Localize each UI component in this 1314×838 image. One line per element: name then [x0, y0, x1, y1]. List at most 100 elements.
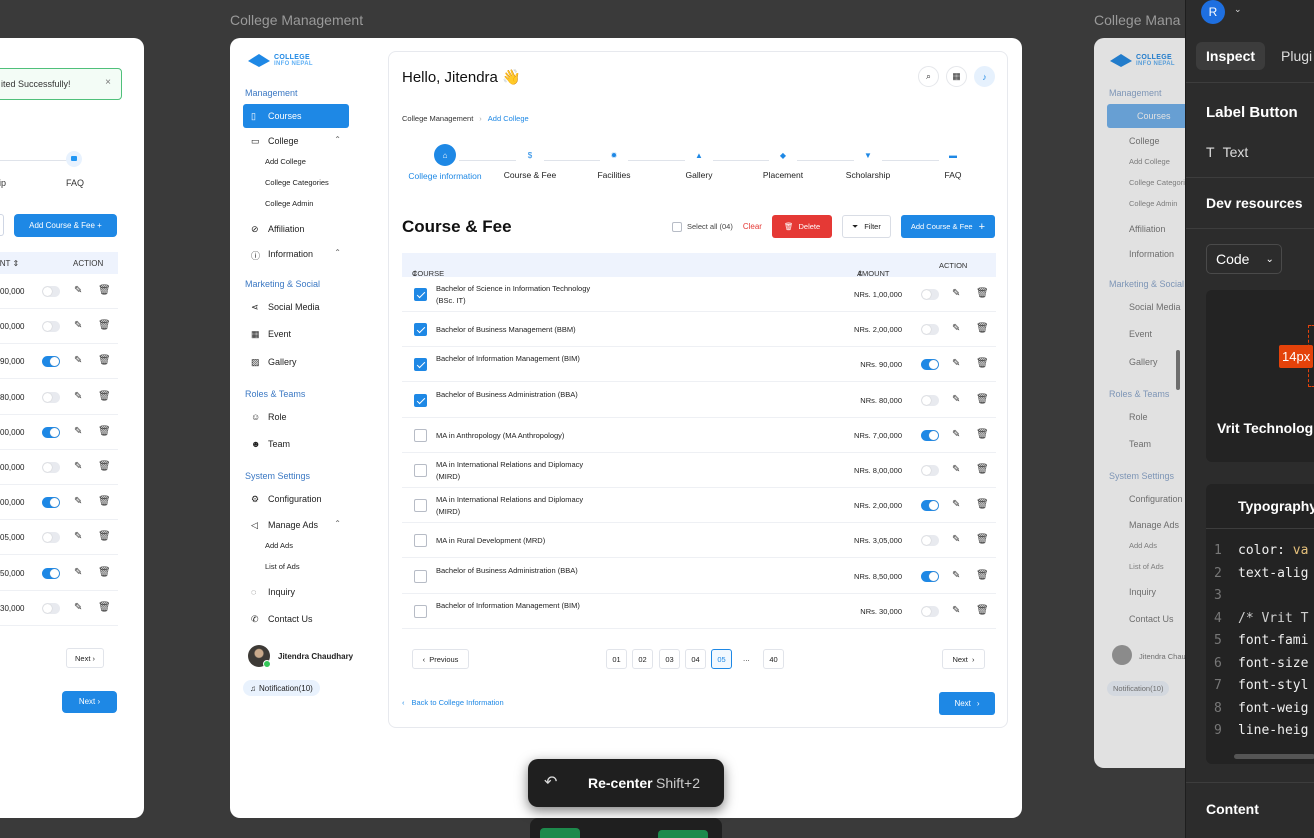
- trash-icon[interactable]: 🗑: [98, 391, 111, 402]
- add-course-button[interactable]: Add Course & Fee +: [14, 214, 117, 237]
- edit-icon[interactable]: ✎: [74, 567, 82, 578]
- sidebar-sub-list-of-ads[interactable]: List of Ads: [1129, 562, 1164, 571]
- sidebar-item-social-media[interactable]: Social Media: [1129, 302, 1181, 312]
- status-toggle[interactable]: [42, 532, 60, 544]
- close-icon[interactable]: ×: [105, 77, 111, 88]
- select-all-checkbox[interactable]: [671, 221, 682, 232]
- chevron-down-icon[interactable]: ⌄: [1234, 4, 1242, 15]
- status-toggle[interactable]: [42, 602, 60, 614]
- trash-icon[interactable]: 🗑: [98, 285, 111, 296]
- status-toggle[interactable]: [42, 321, 60, 333]
- trash-icon[interactable]: 🗑: [976, 605, 989, 616]
- calendar-button[interactable]: ▦: [946, 66, 967, 87]
- status-toggle[interactable]: [42, 356, 60, 368]
- status-toggle[interactable]: [42, 462, 60, 473]
- chevron-up-icon[interactable]: ⌃: [334, 519, 341, 528]
- sidebar-item-contact-us[interactable]: Contact Us: [1129, 614, 1174, 624]
- user-avatar[interactable]: R: [1201, 0, 1225, 24]
- row-checkbox[interactable]: [414, 323, 427, 337]
- notification-pill[interactable]: ♫ Notification(10): [243, 680, 320, 696]
- next-button[interactable]: Next ›: [62, 691, 117, 713]
- chevron-up-icon[interactable]: ⌃: [334, 135, 341, 144]
- canvas-scrollbar[interactable]: [1176, 350, 1180, 390]
- row-checkbox[interactable]: [414, 534, 427, 548]
- status-toggle[interactable]: [42, 567, 60, 579]
- frame-label-main[interactable]: College Management: [230, 12, 363, 28]
- trash-icon[interactable]: 🗑: [976, 464, 989, 475]
- sidebar-item-inquiry[interactable]: Inquiry: [1129, 587, 1156, 597]
- step-faq[interactable]: ▬ FAQ: [903, 148, 1003, 181]
- trash-icon[interactable]: 🗑: [98, 531, 111, 542]
- row-checkbox[interactable]: [414, 358, 427, 372]
- trash-icon[interactable]: 🗑: [98, 461, 111, 472]
- add-course-button[interactable]: Add Course & Fee +: [900, 215, 995, 238]
- code-dropdown[interactable]: Code ⌄: [1206, 244, 1282, 274]
- code-block[interactable]: 1 color: va 2 text-alig 3 4 /* Vrit T 5 font-fam…: [1214, 540, 1308, 743]
- trash-icon[interactable]: 🗑: [98, 567, 111, 578]
- notification-button[interactable]: ♪: [974, 66, 995, 87]
- edit-icon[interactable]: ✎: [952, 323, 960, 334]
- row-checkbox[interactable]: [414, 428, 427, 442]
- sidebar-item-courses[interactable]: Courses: [1107, 104, 1194, 128]
- trash-icon[interactable]: 🗑: [976, 570, 989, 581]
- edit-icon[interactable]: ✎: [952, 499, 960, 510]
- trash-icon[interactable]: 🗑: [98, 602, 111, 613]
- sidebar-item-social-media[interactable]: ⋖ Social Media: [243, 295, 349, 319]
- trash-icon[interactable]: 🗑: [976, 499, 989, 510]
- recenter-button[interactable]: ↶ Re-center Shift+2: [528, 759, 724, 807]
- edit-icon[interactable]: ✎: [952, 605, 960, 616]
- amount-header[interactable]: UNT ⇕: [0, 259, 19, 268]
- edit-icon[interactable]: ✎: [74, 602, 82, 613]
- edit-icon[interactable]: ✎: [74, 320, 82, 331]
- sidebar-sub-college-admin[interactable]: College Admin: [265, 199, 313, 208]
- page-button[interactable]: 04: [685, 649, 706, 669]
- sidebar-item-courses[interactable]: ▯ Courses: [243, 104, 349, 128]
- page-button[interactable]: 01: [606, 649, 627, 669]
- sidebar-item-team[interactable]: ☻ Team: [243, 432, 349, 456]
- sidebar-item-college[interactable]: ▭ College ⌃: [243, 129, 349, 153]
- status-toggle[interactable]: [921, 324, 939, 336]
- edit-icon[interactable]: ✎: [74, 355, 82, 366]
- edit-icon[interactable]: ✎: [952, 464, 960, 475]
- status-toggle[interactable]: [42, 426, 60, 438]
- edit-icon[interactable]: ✎: [74, 285, 82, 296]
- sidebar-sub-list-of-ads[interactable]: List of Ads: [265, 562, 300, 571]
- trash-icon[interactable]: 🗑: [976, 358, 989, 369]
- sidebar-item-event[interactable]: ▦ Event: [243, 322, 349, 346]
- sidebar-item-event[interactable]: Event: [1129, 329, 1152, 339]
- sidebar-sub-college-categories[interactable]: College Categories: [1129, 178, 1193, 187]
- trash-icon[interactable]: 🗑: [98, 320, 111, 331]
- breadcrumb-root[interactable]: College Management: [402, 114, 473, 123]
- status-toggle[interactable]: [921, 394, 939, 406]
- edit-icon[interactable]: ✎: [74, 426, 82, 437]
- status-toggle[interactable]: [921, 605, 939, 617]
- filter-button[interactable]: ⏷ Filter: [842, 215, 891, 238]
- next-page-button[interactable]: Next ›: [942, 649, 985, 669]
- status-toggle[interactable]: [42, 391, 60, 403]
- sidebar-item-team[interactable]: Team: [1129, 439, 1151, 449]
- sidebar-item-role[interactable]: ☺ Role: [243, 405, 349, 429]
- sidebar-sub-add-ads[interactable]: Add Ads: [1129, 541, 1157, 550]
- sidebar-item-role[interactable]: Role: [1129, 412, 1148, 422]
- select-all[interactable]: Select all (04): [671, 221, 733, 232]
- filter-button-edge[interactable]: [0, 214, 4, 236]
- trash-icon[interactable]: 🗑: [98, 355, 111, 366]
- sidebar-item-gallery[interactable]: ▨ Gallery: [243, 350, 349, 374]
- previous-page-button[interactable]: ‹ Previous: [412, 649, 469, 669]
- user-profile[interactable]: Jitendra Chaudhary: [248, 645, 353, 668]
- trash-icon[interactable]: 🗑: [976, 323, 989, 334]
- trash-icon[interactable]: 🗑: [98, 426, 111, 437]
- edit-icon[interactable]: ✎: [952, 394, 960, 405]
- back-link[interactable]: ‹ Back to College Information: [402, 698, 504, 707]
- sidebar-item-affiliation[interactable]: Affiliation: [1129, 224, 1165, 234]
- row-checkbox[interactable]: [414, 464, 427, 477]
- trash-icon[interactable]: 🗑: [98, 496, 111, 507]
- trash-icon[interactable]: 🗑: [976, 429, 989, 440]
- search-button[interactable]: ⌕: [918, 66, 939, 87]
- trash-icon[interactable]: 🗑: [976, 534, 989, 545]
- edit-icon[interactable]: ✎: [952, 358, 960, 369]
- edit-icon[interactable]: ✎: [74, 531, 82, 542]
- sidebar-sub-add-ads[interactable]: Add Ads: [265, 541, 293, 550]
- clear-link[interactable]: Clear: [743, 222, 762, 231]
- sidebar-sub-college-categories[interactable]: College Categories: [265, 178, 329, 187]
